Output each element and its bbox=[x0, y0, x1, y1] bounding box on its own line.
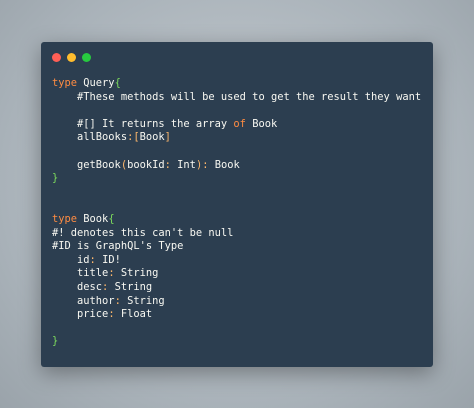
code-token: author bbox=[52, 294, 115, 307]
code-token: Book bbox=[208, 158, 240, 171]
code-window: type Query{ #These methods will be used … bbox=[41, 42, 433, 367]
code-token: type bbox=[52, 212, 78, 225]
code-token: Book bbox=[139, 131, 165, 144]
code-token: { bbox=[108, 212, 115, 225]
close-dot-icon[interactable] bbox=[52, 53, 61, 62]
window-controls bbox=[52, 53, 91, 62]
code-line: } bbox=[52, 335, 421, 349]
code-token: String bbox=[114, 267, 159, 280]
code-token: } bbox=[52, 335, 59, 348]
code-block: type Query{ #These methods will be used … bbox=[52, 77, 421, 349]
code-line: #[] It returns the array of Book bbox=[52, 118, 421, 132]
code-token: of bbox=[233, 117, 246, 130]
code-line: desc: String bbox=[52, 281, 421, 295]
code-token: Int bbox=[170, 158, 196, 171]
code-line: allBooks:[Book] bbox=[52, 131, 421, 145]
code-token: Query bbox=[77, 77, 115, 89]
code-token: String bbox=[120, 294, 165, 307]
code-token: { bbox=[114, 77, 121, 89]
code-line: #! denotes this can't be null bbox=[52, 227, 421, 241]
code-token: #[] It returns the array bbox=[52, 117, 234, 130]
code-token: getBook bbox=[52, 158, 121, 171]
code-token: bookId bbox=[127, 158, 165, 171]
code-token: #These methods will be used to get the r… bbox=[52, 90, 422, 103]
code-line: id: ID! bbox=[52, 254, 421, 268]
code-token: ] bbox=[164, 131, 171, 144]
code-token: String bbox=[108, 280, 153, 293]
code-token: #ID is GraphQL's Type bbox=[52, 240, 184, 253]
code-token: title bbox=[52, 267, 109, 280]
code-line: title: String bbox=[52, 267, 421, 281]
code-token: Book bbox=[245, 117, 278, 130]
code-token: Float bbox=[114, 308, 153, 321]
code-token: type bbox=[52, 77, 78, 89]
code-token: allBooks bbox=[52, 131, 128, 144]
maximize-dot-icon[interactable] bbox=[82, 53, 91, 62]
code-token: } bbox=[52, 172, 59, 185]
code-token: Book bbox=[77, 212, 109, 225]
code-line: type Book{ bbox=[52, 213, 421, 227]
code-line: #These methods will be used to get the r… bbox=[52, 91, 421, 105]
code-token: desc bbox=[52, 280, 103, 293]
minimize-dot-icon[interactable] bbox=[67, 53, 76, 62]
code-line: author: String bbox=[52, 295, 421, 309]
code-line: type Query{ bbox=[52, 77, 421, 91]
code-token: ID! bbox=[95, 253, 121, 266]
code-token: #! denotes this can't be null bbox=[52, 226, 234, 239]
code-token: price bbox=[52, 308, 109, 321]
code-line: getBook(bookId: Int): Book bbox=[52, 159, 421, 173]
code-line: } bbox=[52, 172, 421, 186]
code-token: id bbox=[52, 253, 90, 266]
code-line: #ID is GraphQL's Type bbox=[52, 240, 421, 254]
code-line: price: Float bbox=[52, 308, 421, 322]
